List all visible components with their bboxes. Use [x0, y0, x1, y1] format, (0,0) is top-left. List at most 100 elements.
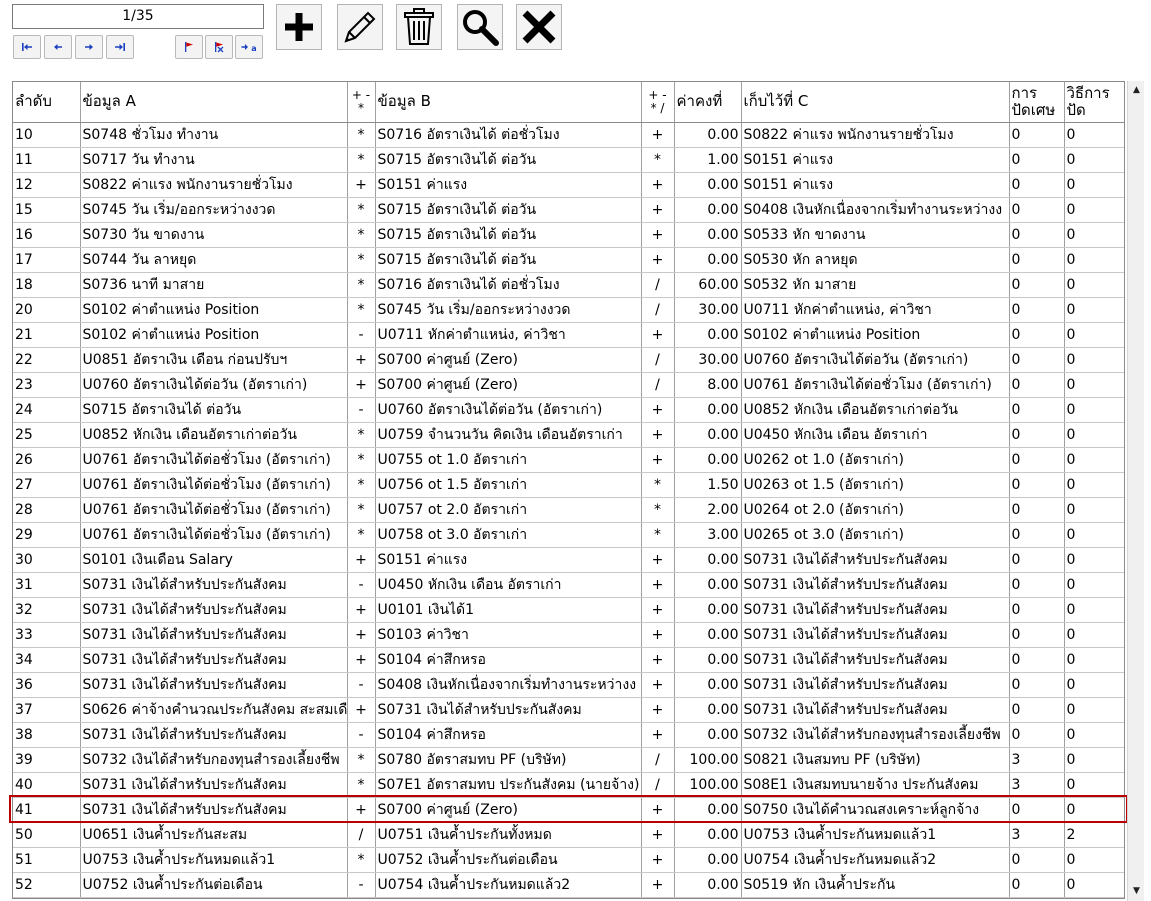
cell-store-c[interactable]: S0530 หัก ลาหยุด [741, 247, 1010, 273]
cell-data-a[interactable]: S0101 เงินเดือน Salary [80, 547, 348, 573]
table-row[interactable]: 21 S0102 ค่าตำแหน่ง Position - U0711 หักค่า… [13, 322, 1124, 348]
cell-rounding[interactable]: 0 [1009, 322, 1065, 348]
column-header-data-b[interactable]: ข้อมูล B [375, 82, 642, 123]
cell-operator-1[interactable]: * [347, 122, 376, 148]
cell-data-b[interactable]: S0103 ค่าวิชา [375, 622, 642, 648]
cell-data-a[interactable]: S0731 เงินได้สำหรับประกันสังคม [80, 797, 348, 823]
cell-seq[interactable]: 11 [13, 147, 81, 173]
column-header-seq[interactable]: ลำดับ [13, 82, 81, 123]
cell-store-c[interactable]: U0753 เงินค้ำประกันหมดแล้ว1 [741, 822, 1010, 848]
cell-constant[interactable]: 0.00 [674, 822, 742, 848]
cell-rounding[interactable]: 0 [1009, 197, 1065, 223]
table-row[interactable]: 17 S0744 วัน ลาหยุด * S0715 อัตราเงินได้ ต่… [13, 247, 1124, 273]
cell-rounding[interactable]: 0 [1009, 147, 1065, 173]
cell-rounding[interactable]: 0 [1009, 647, 1065, 673]
cell-data-b[interactable]: S0716 อัตราเงินได้ ต่อชั่วโมง [375, 122, 642, 148]
next-record-button[interactable] [75, 35, 103, 59]
delete-button[interactable] [396, 4, 442, 50]
cell-rounding[interactable]: 0 [1009, 247, 1065, 273]
cell-constant[interactable]: 100.00 [674, 772, 742, 798]
cell-operator-1[interactable]: * [347, 522, 376, 548]
cell-data-a[interactable]: S0731 เงินได้สำหรับประกันสังคม [80, 572, 348, 598]
cell-seq[interactable]: 31 [13, 572, 81, 598]
cell-data-a[interactable]: S0715 อัตราเงินได้ ต่อวัน [80, 397, 348, 423]
cell-seq[interactable]: 26 [13, 447, 81, 473]
table-row[interactable]: 50 U0651 เงินค้ำประกันสะสม / U0751 เงินค้ำป… [13, 822, 1124, 848]
cell-data-a[interactable]: S0748 ชั่วโมง ทำงาน [80, 122, 348, 148]
set-bookmark-button[interactable] [175, 35, 203, 59]
cell-constant[interactable]: 0.00 [674, 797, 742, 823]
cell-operator-1[interactable]: + [347, 372, 376, 398]
cell-operator-1[interactable]: - [347, 397, 376, 423]
cell-store-c[interactable]: S0731 เงินได้สำหรับประกันสังคม [741, 547, 1010, 573]
cell-operator-1[interactable]: + [347, 547, 376, 573]
scroll-up-arrow-icon[interactable]: ▲ [1128, 81, 1145, 98]
cell-rounding[interactable]: 0 [1009, 497, 1065, 523]
cell-constant[interactable]: 0.00 [674, 847, 742, 873]
table-row[interactable]: 38 S0731 เงินได้สำหรับประกันสังคม - S0104 ค… [13, 722, 1124, 748]
cell-data-a[interactable]: U0852 หักเงิน เดือนอัตราเก่าต่อวัน [80, 422, 348, 448]
cell-data-a[interactable]: S0102 ค่าตำแหน่ง Position [80, 297, 348, 323]
cell-seq[interactable]: 28 [13, 497, 81, 523]
cell-data-b[interactable]: U0757 ot 2.0 อัตราเก่า [375, 497, 642, 523]
table-row[interactable]: 36 S0731 เงินได้สำหรับประกันสังคม - S0408 เ… [13, 672, 1124, 698]
cell-data-b[interactable]: S0104 ค่าสึกหรอ [375, 722, 642, 748]
cell-constant[interactable]: 0.00 [674, 597, 742, 623]
cell-rounding[interactable]: 3 [1009, 822, 1065, 848]
cell-data-b[interactable]: U0754 เงินค้ำประกันหมดแล้ว2 [375, 872, 642, 898]
cell-operator-1[interactable]: * [347, 497, 376, 523]
cell-operator-1[interactable]: - [347, 572, 376, 598]
cell-rounding[interactable]: 0 [1009, 722, 1065, 748]
cell-constant[interactable]: 0.00 [674, 222, 742, 248]
cell-rounding-method[interactable]: 2 [1064, 822, 1124, 848]
cell-rounding-method[interactable]: 0 [1064, 772, 1124, 798]
cell-operator-2[interactable]: / [641, 272, 675, 298]
cell-operator-1[interactable]: + [347, 797, 376, 823]
cell-data-a[interactable]: S0731 เงินได้สำหรับประกันสังคม [80, 622, 348, 648]
cell-store-c[interactable]: S0151 ค่าแรง [741, 172, 1010, 198]
cell-seq[interactable]: 16 [13, 222, 81, 248]
cell-operator-1[interactable]: + [347, 647, 376, 673]
cell-operator-2[interactable]: + [641, 447, 675, 473]
cell-constant[interactable]: 0.00 [674, 547, 742, 573]
cell-operator-1[interactable]: * [347, 197, 376, 223]
table-row[interactable]: 22 U0851 อัตราเงิน เดือน ก่อนปรับฯ + S0700 … [13, 347, 1124, 373]
cell-store-c[interactable]: S0533 หัก ขาดงาน [741, 222, 1010, 248]
cell-constant[interactable]: 30.00 [674, 297, 742, 323]
cell-rounding-method[interactable]: 0 [1064, 322, 1124, 348]
cell-constant[interactable]: 0.00 [674, 572, 742, 598]
cell-rounding-method[interactable]: 0 [1064, 397, 1124, 423]
table-row[interactable]: 27 U0761 อัตราเงินได้ต่อชั่วโมง (อัตราเก่… [13, 472, 1124, 498]
cell-rounding-method[interactable]: 0 [1064, 422, 1124, 448]
cell-rounding[interactable]: 0 [1009, 597, 1065, 623]
cell-constant[interactable]: 2.00 [674, 497, 742, 523]
cell-operator-1[interactable]: + [347, 172, 376, 198]
cell-operator-2[interactable]: + [641, 197, 675, 223]
scroll-thumb[interactable] [1130, 99, 1143, 117]
cell-store-c[interactable]: U0852 หักเงิน เดือนอัตราเก่าต่อวัน [741, 397, 1010, 423]
cell-data-a[interactable]: S0736 นาที มาสาย [80, 272, 348, 298]
cell-operator-1[interactable]: * [347, 422, 376, 448]
cell-data-a[interactable]: S0731 เงินได้สำหรับประกันสังคม [80, 672, 348, 698]
cell-data-b[interactable]: S0700 ค่าศูนย์ (Zero) [375, 372, 642, 398]
cell-store-c[interactable]: S0732 เงินได้สำหรับกองทุนสำรองเลี้ยงชีพ [741, 722, 1010, 748]
cell-data-b[interactable]: S0715 อัตราเงินได้ ต่อวัน [375, 197, 642, 223]
cell-data-b[interactable]: S0151 ค่าแรง [375, 547, 642, 573]
cell-rounding[interactable]: 0 [1009, 422, 1065, 448]
cell-operator-1[interactable]: * [347, 447, 376, 473]
cell-operator-2[interactable]: * [641, 147, 675, 173]
cell-data-a[interactable]: S0745 วัน เริ่ม/ออกระหว่างงวด [80, 197, 348, 223]
cell-rounding[interactable]: 0 [1009, 872, 1065, 898]
cell-operator-1[interactable]: - [347, 672, 376, 698]
table-row[interactable]: 24 S0715 อัตราเงินได้ ต่อวัน - U0760 อัตราเ… [13, 397, 1124, 423]
cell-store-c[interactable]: S0731 เงินได้สำหรับประกันสังคม [741, 597, 1010, 623]
cell-data-a[interactable]: S0731 เงินได้สำหรับประกันสังคม [80, 722, 348, 748]
cell-store-c[interactable]: S0532 หัก มาสาย [741, 272, 1010, 298]
cell-data-a[interactable]: S0626 ค่าจ้างคำนวณประกันสังคม สะสมเดื [80, 697, 348, 723]
cell-data-a[interactable]: U0851 อัตราเงิน เดือน ก่อนปรับฯ [80, 347, 348, 373]
table-row[interactable]: 31 S0731 เงินได้สำหรับประกันสังคม - U0450 ห… [13, 572, 1124, 598]
cell-seq[interactable]: 22 [13, 347, 81, 373]
cell-rounding[interactable]: 0 [1009, 122, 1065, 148]
cell-rounding-method[interactable]: 0 [1064, 522, 1124, 548]
table-row[interactable]: 28 U0761 อัตราเงินได้ต่อชั่วโมง (อัตราเก่… [13, 497, 1124, 523]
